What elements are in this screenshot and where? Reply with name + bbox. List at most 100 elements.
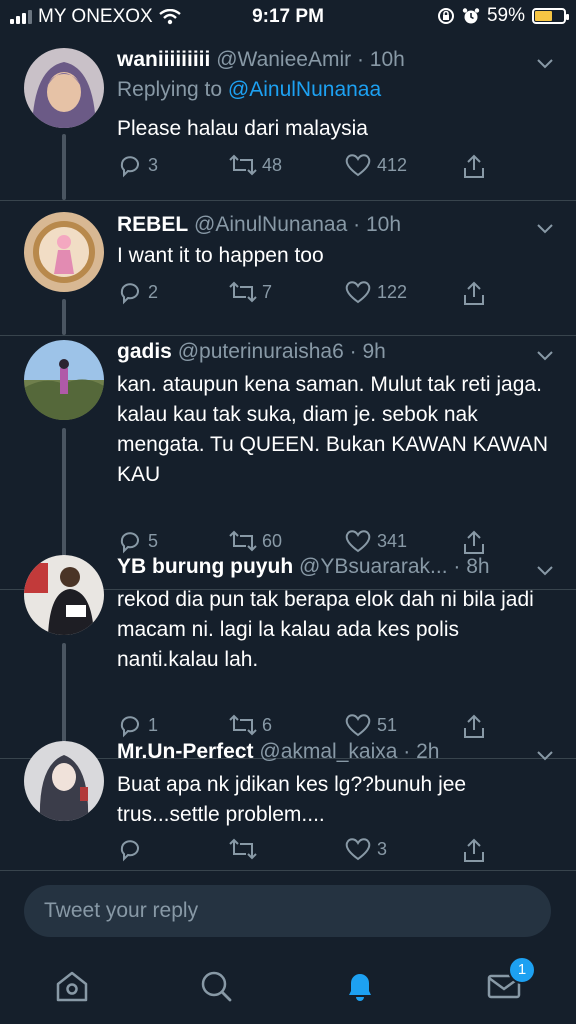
tab-search[interactable] xyxy=(196,966,236,1006)
heart-icon xyxy=(345,281,371,304)
reply-button[interactable] xyxy=(117,836,148,862)
share-icon xyxy=(464,154,484,178)
like-button[interactable]: 412 xyxy=(344,152,407,178)
reply-icon xyxy=(120,156,139,178)
divider xyxy=(0,335,576,336)
avatar[interactable] xyxy=(24,555,104,635)
chevron-down-icon[interactable] xyxy=(536,54,554,72)
tab-messages[interactable]: 1 xyxy=(484,956,536,1006)
chevron-down-icon[interactable] xyxy=(536,219,554,237)
reply-input[interactable]: Tweet your reply xyxy=(24,885,551,937)
avatar[interactable] xyxy=(24,340,104,420)
messages-badge: 1 xyxy=(508,956,536,984)
avatar[interactable] xyxy=(24,741,104,821)
tweet-text: I want it to happen too xyxy=(117,244,324,267)
like-count: 51 xyxy=(377,714,398,735)
search-icon xyxy=(201,971,232,1002)
retweet-count: 7 xyxy=(262,281,273,302)
username-handle[interactable]: @AinulNunanaa xyxy=(194,213,347,236)
tweet-time: · 8h xyxy=(453,555,490,578)
share-icon xyxy=(464,838,484,862)
tweet-actions: 3 48 412 xyxy=(117,152,557,182)
replying-to-line: Replying to @AinulNunanaa xyxy=(117,78,381,102)
reply-count: 3 xyxy=(148,154,159,175)
retweet-button[interactable]: 48 xyxy=(229,152,282,178)
retweet-icon xyxy=(229,154,257,176)
retweet-button[interactable]: 60 xyxy=(229,528,282,554)
share-icon xyxy=(464,714,484,738)
reply-button[interactable]: 1 xyxy=(117,712,158,738)
tweet-text: Buat apa nk jdikan kes lg??bunuh jee tru… xyxy=(117,773,467,826)
retweet-button[interactable]: 7 xyxy=(229,279,272,305)
share-button[interactable] xyxy=(461,528,487,556)
display-name[interactable]: Mr.Un-Perfect xyxy=(117,740,254,763)
username-handle[interactable]: @puterinuraisha6 xyxy=(178,340,344,363)
reply-thread[interactable]: waniiiiiiiii @WanieeAmir · 10h Replying … xyxy=(0,34,576,870)
username-handle[interactable]: @akmal_kaixa xyxy=(259,740,397,763)
username-handle[interactable]: @YBsuararak... xyxy=(299,555,448,578)
display-name[interactable]: YB burung puyuh xyxy=(117,555,293,578)
tweet-actions: 1 6 51 xyxy=(117,712,557,742)
reply-count: 5 xyxy=(148,530,159,551)
avatar[interactable] xyxy=(24,48,104,128)
tweet-actions: 5 60 341 xyxy=(117,528,557,558)
username-handle[interactable]: @WanieeAmir xyxy=(216,48,351,71)
like-button[interactable]: 3 xyxy=(344,836,387,862)
like-button[interactable]: 51 xyxy=(344,712,397,738)
retweet-button[interactable] xyxy=(229,836,262,862)
retweet-icon xyxy=(229,714,257,736)
reply-button[interactable]: 5 xyxy=(117,528,158,554)
reply-count: 1 xyxy=(148,714,159,735)
share-button[interactable] xyxy=(461,836,487,864)
reply-icon xyxy=(120,283,139,305)
display-name[interactable]: gadis xyxy=(117,340,172,363)
retweet-count: 6 xyxy=(262,714,273,735)
home-icon xyxy=(56,971,88,1002)
tweet-time: · 10h xyxy=(356,48,405,71)
retweet-button[interactable]: 6 xyxy=(229,712,272,738)
share-icon xyxy=(464,281,484,305)
alarm-icon xyxy=(462,8,480,24)
share-button[interactable] xyxy=(461,279,487,307)
battery-percent: 59% xyxy=(486,5,525,26)
tweet-actions: 3 xyxy=(117,836,557,866)
chevron-down-icon[interactable] xyxy=(536,561,554,579)
reply-button[interactable]: 3 xyxy=(117,152,158,178)
chevron-down-icon[interactable] xyxy=(536,746,554,764)
like-count: 122 xyxy=(377,281,408,302)
tab-bar: 1 xyxy=(0,952,576,1024)
share-button[interactable] xyxy=(461,712,487,740)
tab-notifications[interactable] xyxy=(340,966,380,1006)
tweet-time: · 9h xyxy=(349,340,386,363)
tweet-time: · 10h xyxy=(353,213,402,236)
retweet-count: 48 xyxy=(262,154,283,175)
heart-icon xyxy=(345,154,371,177)
tweet-text: Please halau dari malaysia xyxy=(117,117,368,140)
mention-link[interactable]: @AinulNunanaa xyxy=(228,78,381,101)
heart-icon xyxy=(345,714,371,737)
status-bar: MY ONEXOX 9:17 PM 59% xyxy=(0,0,576,34)
divider xyxy=(0,200,576,201)
heart-icon xyxy=(345,530,371,553)
tab-home[interactable] xyxy=(52,966,92,1006)
like-button[interactable]: 341 xyxy=(344,528,407,554)
thread-connector xyxy=(62,299,66,335)
share-button[interactable] xyxy=(461,152,487,180)
reply-button[interactable]: 2 xyxy=(117,279,158,305)
like-button[interactable]: 122 xyxy=(344,279,407,305)
reply-icon xyxy=(120,532,139,554)
like-count: 341 xyxy=(377,530,408,551)
rotation-lock-icon xyxy=(437,8,454,24)
avatar[interactable] xyxy=(24,212,104,292)
retweet-count: 60 xyxy=(262,530,283,551)
reply-icon xyxy=(120,716,139,738)
bell-icon xyxy=(349,974,371,1001)
retweet-icon xyxy=(229,838,257,860)
reply-icon xyxy=(120,840,139,862)
retweet-icon xyxy=(229,281,257,303)
retweet-icon xyxy=(229,530,257,552)
display-name[interactable]: waniiiiiiiii xyxy=(117,48,210,71)
like-count: 3 xyxy=(377,838,388,859)
display-name[interactable]: REBEL xyxy=(117,213,188,236)
chevron-down-icon[interactable] xyxy=(536,346,554,364)
